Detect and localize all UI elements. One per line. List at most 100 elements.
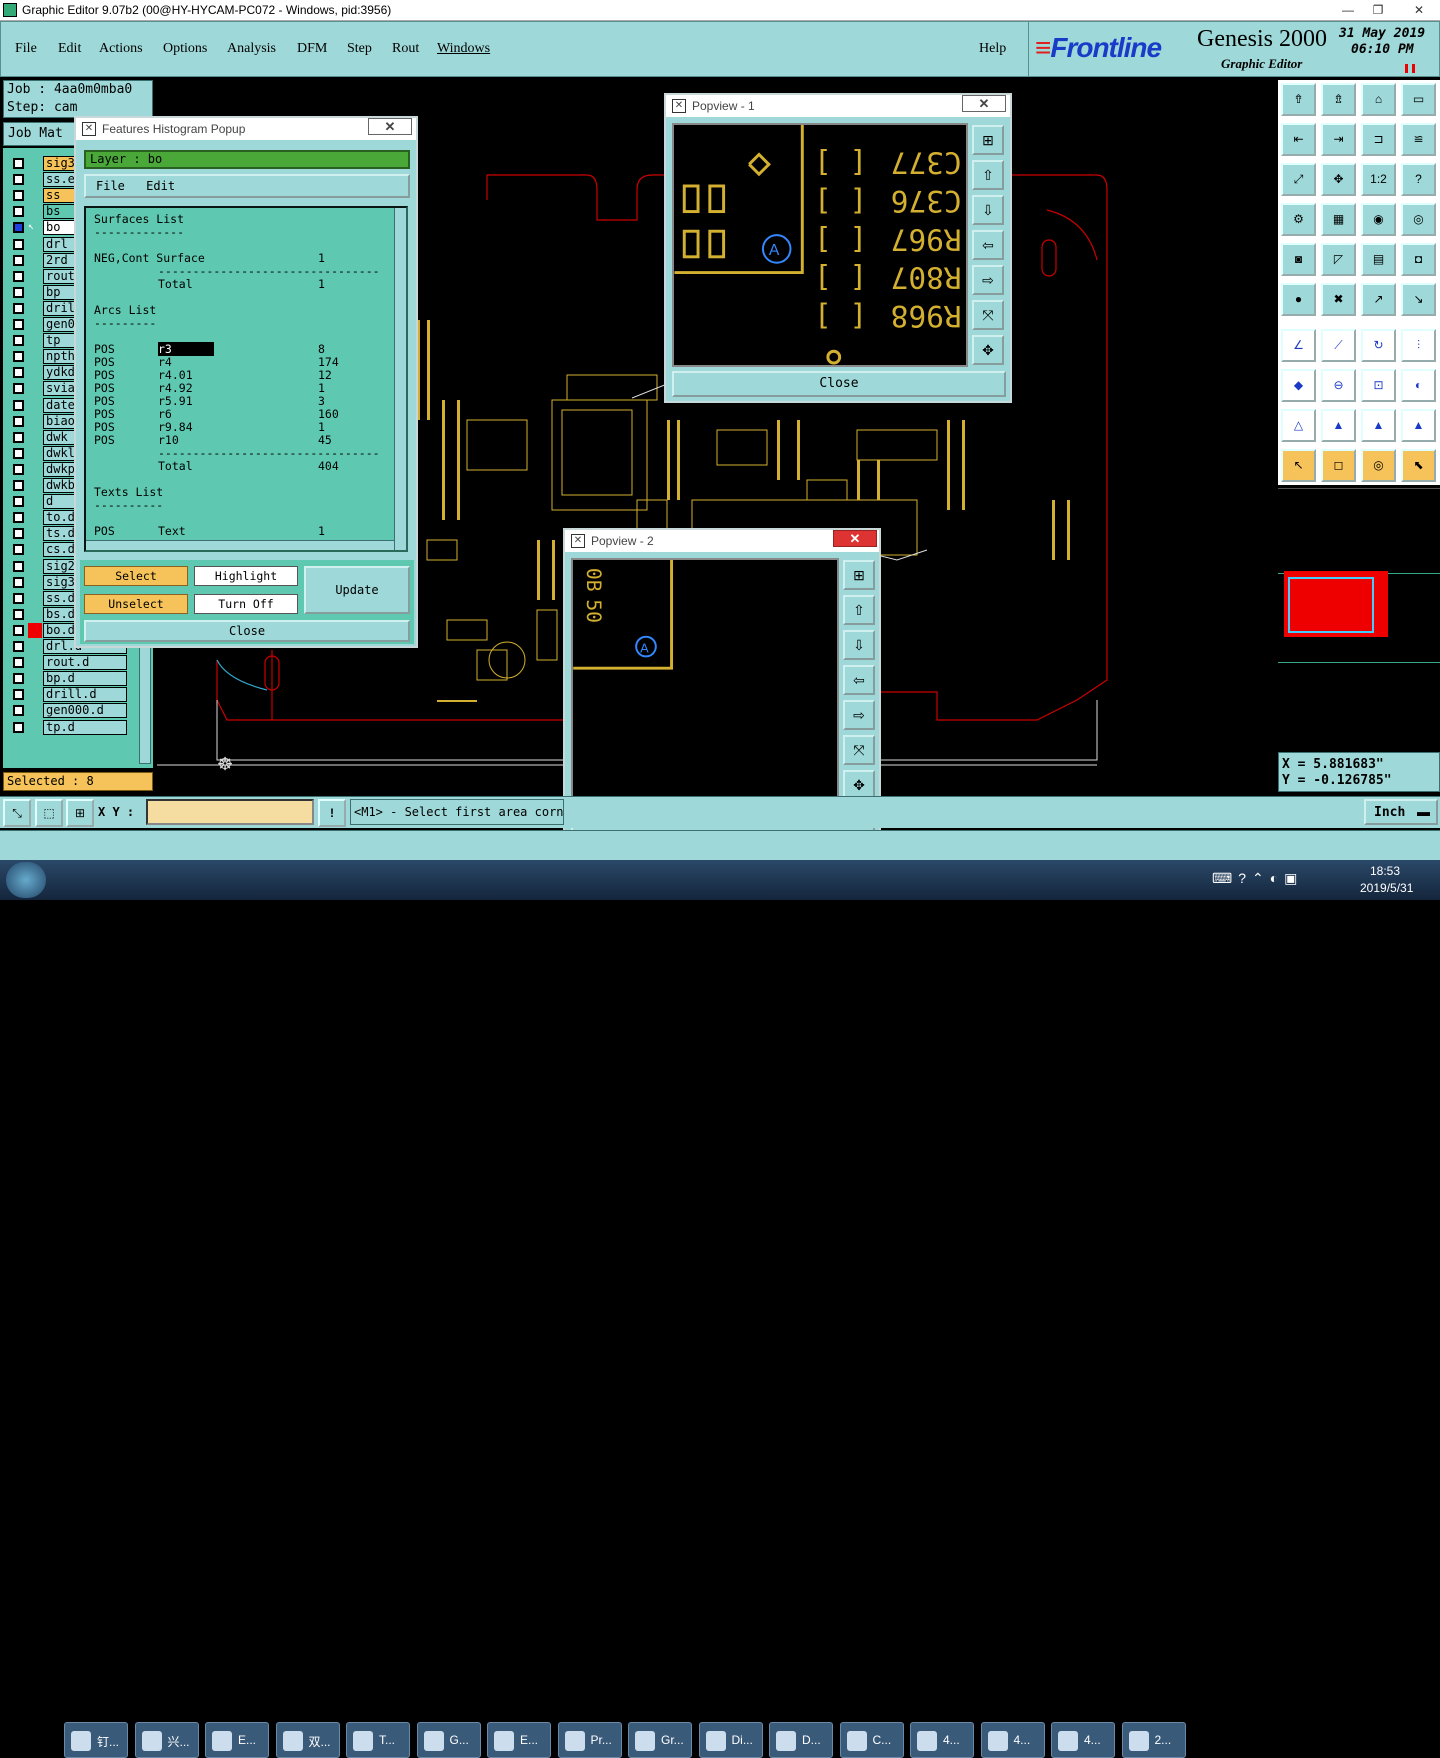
triangle2-icon[interactable]: ▲	[1321, 409, 1356, 442]
taskbar-item[interactable]: 4...	[1051, 1722, 1115, 1758]
ratio-icon[interactable]: 1:2	[1361, 163, 1396, 196]
layer-checkbox[interactable]	[13, 705, 24, 717]
select-circle-icon[interactable]: ◎	[1361, 449, 1396, 482]
pv2-pan-up-icon[interactable]: ⇧	[843, 595, 875, 625]
alert-icon[interactable]: !	[318, 799, 346, 827]
layer-checkbox[interactable]	[13, 657, 24, 669]
menu-file[interactable]: File	[15, 41, 37, 57]
merge-icon[interactable]: ◐	[1401, 369, 1436, 402]
triangle3-icon[interactable]: ▲	[1361, 409, 1396, 442]
menu-dfm[interactable]: DFM	[297, 41, 327, 57]
maximize-icon[interactable]: ❐	[1364, 0, 1392, 20]
hist-edit-menu[interactable]: Edit	[146, 179, 175, 193]
pv1-fit-icon[interactable]: ⤧	[972, 300, 1004, 330]
menu-options[interactable]: Options	[163, 41, 207, 57]
pv1-pan-right-icon[interactable]: ⇨	[972, 265, 1004, 295]
taskbar-item[interactable]: 2...	[1121, 1722, 1186, 1758]
minimize-icon[interactable]: —	[1334, 0, 1362, 20]
layer-checkbox[interactable]	[13, 335, 24, 347]
layer-checkbox[interactable]	[13, 624, 24, 636]
triangle-icon[interactable]: △	[1281, 409, 1316, 442]
taskbar-item[interactable]: 钉...	[64, 1722, 128, 1758]
taskbar-item[interactable]: Pr...	[557, 1722, 622, 1758]
pointer-icon[interactable]: ↖	[1281, 449, 1316, 482]
layer-row[interactable]: drill.d	[9, 687, 127, 703]
fill-icon[interactable]: ◘	[1401, 243, 1436, 276]
pv1-pan-left-icon[interactable]: ⇦	[972, 230, 1004, 260]
bottom-icon[interactable]: ⇯	[1321, 83, 1356, 116]
pv1-pan-up-icon[interactable]: ⇧	[972, 160, 1004, 190]
unselect-button[interactable]: Unselect	[84, 594, 188, 614]
select-poly-icon[interactable]: ⬉	[1401, 449, 1436, 482]
pv1-zoom-in-icon[interactable]: ⊞	[972, 125, 1004, 155]
layer-checkbox[interactable]	[13, 431, 24, 443]
minus-icon[interactable]: ⊖	[1321, 369, 1356, 402]
window-icon[interactable]: ▭	[1401, 83, 1436, 116]
pv1-expand-icon[interactable]: ✥	[972, 335, 1004, 365]
split-icon[interactable]: ⫶	[1401, 329, 1436, 362]
layer-checkbox[interactable]	[13, 447, 24, 459]
layer-checkbox[interactable]	[13, 576, 24, 588]
taskbar-item[interactable]: E...	[205, 1722, 269, 1758]
angle-icon[interactable]: ∠	[1281, 329, 1316, 362]
layer-checkbox[interactable]	[13, 270, 24, 282]
right-icon[interactable]: ⇥	[1321, 123, 1356, 156]
pv2-pan-left-icon[interactable]: ⇦	[843, 665, 875, 695]
menu-actions[interactable]: Actions	[99, 41, 143, 57]
arc2-icon[interactable]: ↘	[1401, 283, 1436, 316]
close-icon[interactable]: ✕	[833, 530, 877, 547]
hist-file-menu[interactable]: File	[96, 179, 125, 193]
hist-vscroll[interactable]	[394, 208, 406, 550]
arc-icon[interactable]: ↗	[1361, 283, 1396, 316]
layer-row[interactable]: rout.d	[9, 655, 127, 671]
layer-checkbox[interactable]	[13, 399, 24, 411]
taskbar-item[interactable]: T...	[346, 1722, 410, 1758]
start-button[interactable]	[6, 862, 46, 898]
menu-step[interactable]: Step	[347, 41, 372, 57]
overview-map[interactable]	[1278, 488, 1440, 744]
layer-checkbox[interactable]	[13, 673, 24, 685]
layer-row[interactable]: gen000.d	[9, 703, 127, 719]
settings-icon[interactable]: ⚙	[1281, 203, 1316, 236]
menu-analysis[interactable]: Analysis	[227, 41, 276, 57]
layer-checkbox[interactable]	[13, 689, 24, 701]
help-icon[interactable]: ?	[1401, 163, 1436, 196]
snap-icon[interactable]: ◎	[1401, 203, 1436, 236]
pad-icon[interactable]: ◙	[1281, 243, 1316, 276]
zoom-area-icon[interactable]: ⬚	[35, 799, 63, 827]
grid-icon[interactable]: ⊞	[66, 799, 94, 827]
layer-checkbox[interactable]	[13, 158, 24, 169]
layer-row[interactable]: bp.d	[9, 671, 127, 687]
select-button[interactable]: Select	[84, 566, 188, 586]
cross-icon[interactable]: ✖	[1321, 283, 1356, 316]
popview-1-canvas[interactable]: A C377 [ ] C376 [ ] R967 [ ] R807 [ ] R968 [ ]	[672, 123, 968, 367]
layer-checkbox[interactable]	[13, 721, 24, 733]
top-icon[interactable]: ⇮	[1281, 83, 1316, 116]
expand-icon[interactable]: ⤢	[1281, 163, 1316, 196]
layer-row[interactable]: tp.d	[9, 719, 127, 735]
triangle4-icon[interactable]: ▲	[1401, 409, 1436, 442]
layer-icon[interactable]: ◉	[1361, 203, 1396, 236]
left-icon[interactable]: ⇤	[1281, 123, 1316, 156]
taskbar-item[interactable]: Di...	[698, 1722, 763, 1758]
layer-checkbox[interactable]	[13, 222, 24, 234]
select-box-icon[interactable]: ◻	[1321, 449, 1356, 482]
layer-checkbox[interactable]	[13, 463, 24, 475]
layer-checkbox[interactable]	[13, 641, 24, 652]
hist-hscroll[interactable]	[86, 540, 394, 550]
update-button[interactable]: Update	[304, 566, 410, 614]
tray-icons[interactable]: ⌨?⌃◐▣	[1212, 870, 1303, 887]
layer-checkbox[interactable]	[13, 383, 24, 395]
xy-input[interactable]	[146, 799, 314, 825]
popview-2-canvas[interactable]: 0B 50 A	[571, 558, 839, 802]
arrange-icon[interactable]: ≌	[1401, 123, 1436, 156]
popview-1-close-button[interactable]: Close	[672, 371, 1006, 397]
taskbar-item[interactable]: E...	[487, 1722, 551, 1758]
highlight-button[interactable]: Highlight	[194, 566, 298, 586]
taskbar-item[interactable]: 4...	[980, 1722, 1045, 1758]
circle-icon[interactable]: ●	[1281, 283, 1316, 316]
layer-checkbox[interactable]	[13, 528, 24, 540]
move-icon[interactable]: ✥	[1321, 163, 1356, 196]
close-icon[interactable]: ✕	[962, 95, 1006, 112]
zoom-fit-icon[interactable]: ⤡	[3, 799, 31, 827]
